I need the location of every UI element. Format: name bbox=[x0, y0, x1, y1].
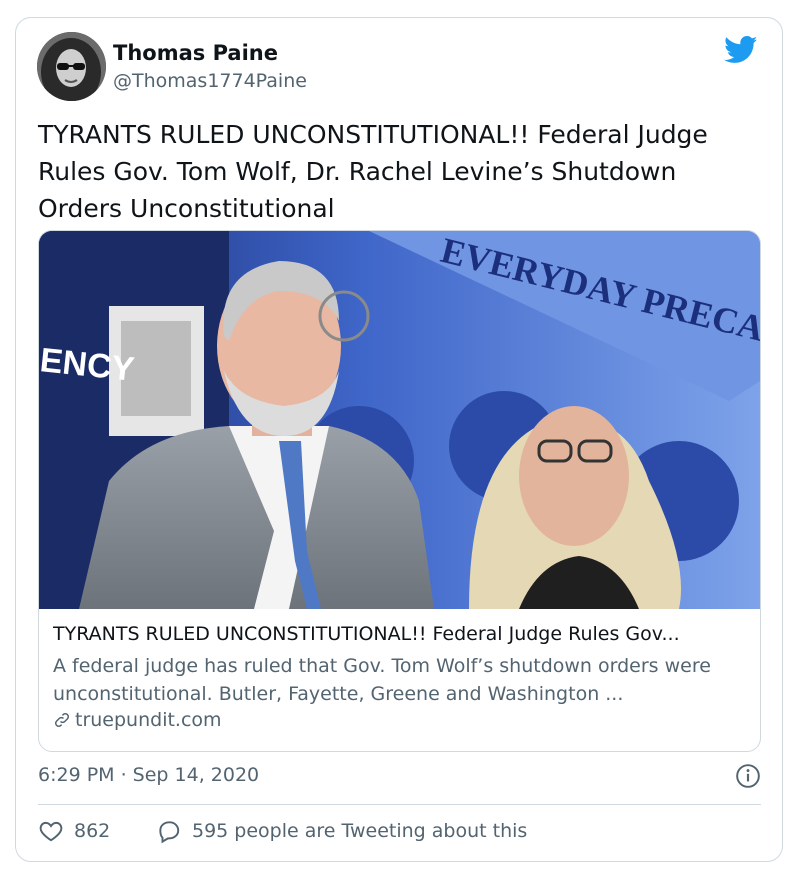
tweet-card: Thomas Paine @Thomas1774Paine TYRANTS RU… bbox=[15, 17, 783, 862]
link-preview-image: EVERYDAY PRECAUTIONS ENCY bbox=[39, 231, 760, 609]
twitter-bird-icon[interactable] bbox=[724, 36, 758, 64]
like-count: 862 bbox=[74, 820, 111, 842]
link-domain-text: truepundit.com bbox=[75, 709, 222, 731]
reply-button[interactable]: 595 people are Tweeting about this bbox=[156, 818, 527, 844]
author-handle[interactable]: @Thomas1774Paine bbox=[113, 70, 307, 92]
heart-icon bbox=[39, 821, 63, 842]
reply-text: 595 people are Tweeting about this bbox=[192, 820, 528, 842]
author-name[interactable]: Thomas Paine bbox=[113, 41, 278, 65]
divider bbox=[38, 804, 761, 805]
info-icon[interactable] bbox=[735, 763, 761, 789]
tweet-text: TYRANTS RULED UNCONSTITUTIONAL!! Federal… bbox=[38, 120, 708, 223]
speech-bubble-icon bbox=[159, 821, 180, 844]
timestamp[interactable]: 6:29 PM · Sep 14, 2020 bbox=[38, 764, 259, 786]
avatar[interactable] bbox=[37, 32, 106, 101]
like-button[interactable]: 862 bbox=[38, 818, 110, 844]
link-preview-card[interactable]: EVERYDAY PRECAUTIONS ENCY TYRANTS RULED … bbox=[38, 230, 761, 752]
link-icon bbox=[54, 712, 70, 728]
link-title[interactable]: TYRANTS RULED UNCONSTITUTIONAL!! Federal… bbox=[53, 623, 753, 645]
link-domain[interactable]: truepundit.com bbox=[53, 709, 222, 731]
link-description: A federal judge has ruled that Gov. Tom … bbox=[53, 655, 711, 705]
